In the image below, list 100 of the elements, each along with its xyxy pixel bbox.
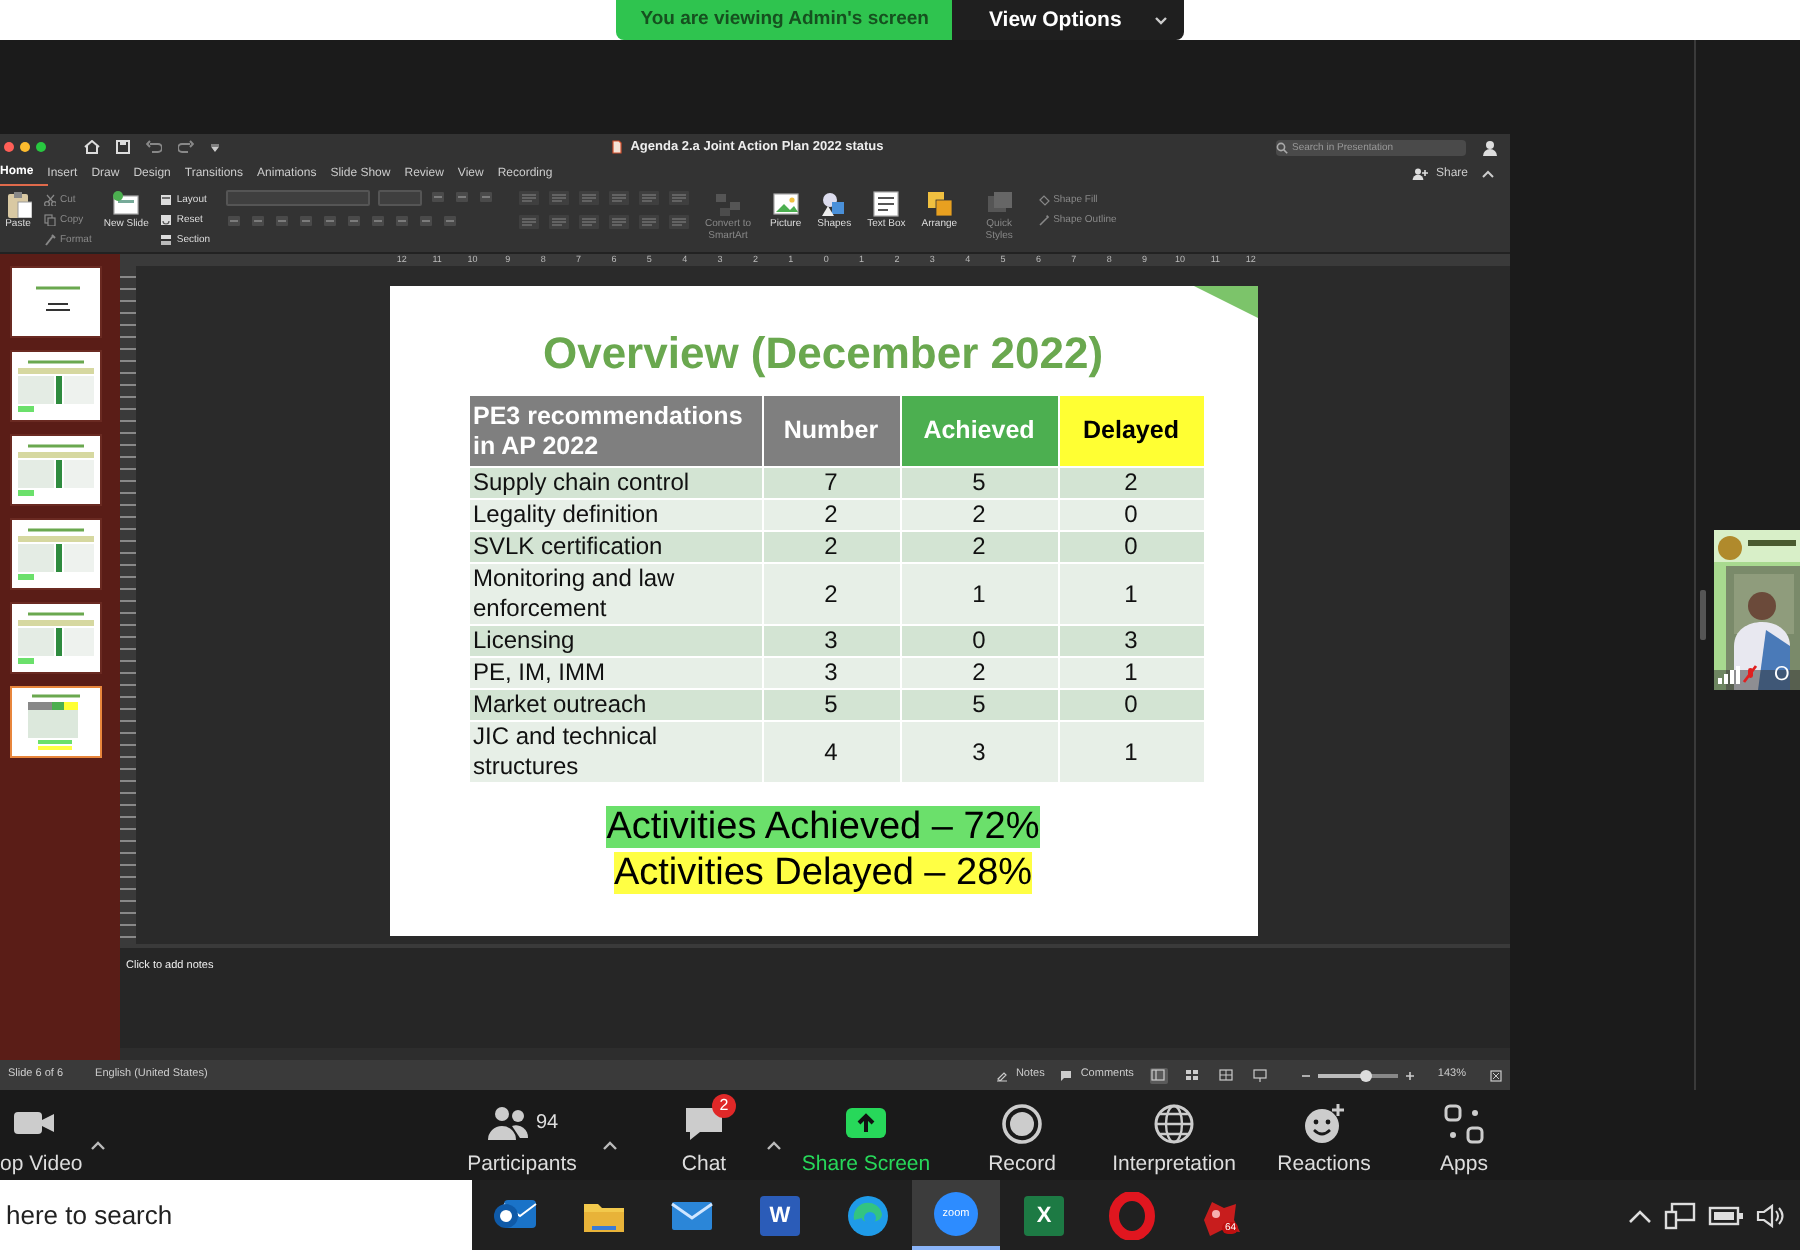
- caret-icon[interactable]: [90, 1139, 106, 1150]
- home-icon[interactable]: [84, 140, 100, 154]
- zoom-out-icon[interactable]: [1301, 1071, 1310, 1079]
- lines-icon[interactable]: [578, 214, 601, 230]
- globe-icon: [1152, 1102, 1196, 1144]
- lines-icon[interactable]: [518, 214, 541, 230]
- lines-icon[interactable]: [578, 190, 601, 206]
- people-icon: [485, 1102, 530, 1144]
- section-icon: [160, 234, 173, 246]
- letter-tile-icon: W: [760, 1195, 800, 1235]
- slide-thumbnail[interactable]: [10, 350, 102, 422]
- table-cell: 3: [900, 721, 1058, 783]
- window-close-button[interactable]: [4, 142, 14, 152]
- signal-icon: [1718, 666, 1740, 684]
- chevron-up-icon[interactable]: [1628, 1207, 1652, 1223]
- slide-thumbnail[interactable]: [10, 518, 102, 590]
- view-button[interactable]: [1149, 1067, 1168, 1083]
- new-slide-icon: [112, 190, 141, 218]
- battery-icon[interactable]: [1708, 1205, 1744, 1225]
- lines-icon[interactable]: [548, 190, 571, 206]
- view-button[interactable]: [1251, 1067, 1270, 1083]
- chevron-up-icon[interactable]: [1482, 170, 1494, 178]
- view-options-button[interactable]: View Options: [952, 0, 1184, 40]
- slide-thumbnail[interactable]: [10, 602, 102, 674]
- lines-icon[interactable]: [608, 214, 631, 230]
- view-button[interactable]: [1217, 1067, 1236, 1083]
- font-name-field[interactable]: [226, 190, 371, 206]
- slider-thumb[interactable]: [1359, 1069, 1372, 1081]
- lines-icon[interactable]: [668, 190, 691, 206]
- taskbar-app-button[interactable]: W: [736, 1180, 824, 1250]
- view-button[interactable]: [1183, 1067, 1202, 1083]
- unread-badge: 2: [712, 1094, 736, 1118]
- format-icon[interactable]: [250, 214, 267, 228]
- toolbar-button[interactable]: 94 Participants: [444, 1090, 600, 1180]
- column-header: Achieved: [900, 395, 1058, 467]
- slide-thumbnail[interactable]: [10, 266, 102, 338]
- format-icon[interactable]: [322, 214, 339, 228]
- resize-handle[interactable]: [1700, 590, 1706, 640]
- summary-text: Activities Achieved – 72%: [606, 806, 1040, 848]
- toolbar-button[interactable]: Record: [950, 1090, 1094, 1180]
- lines-icon[interactable]: [548, 214, 571, 230]
- lines-icon[interactable]: [638, 214, 661, 230]
- format-icon[interactable]: [418, 214, 435, 228]
- summary-text: Activities Delayed – 28%: [613, 852, 1033, 894]
- format-icon[interactable]: [454, 190, 471, 204]
- window-minimize-button[interactable]: [20, 142, 30, 152]
- zoom-in-icon[interactable]: [1405, 1071, 1414, 1079]
- toolbar-button[interactable]: Chat 2: [644, 1090, 764, 1180]
- format-icon[interactable]: [394, 214, 411, 228]
- caret-icon[interactable]: [602, 1139, 618, 1150]
- caret-icon: [1153, 15, 1168, 25]
- toolbar-button[interactable]: Reactions: [1254, 1090, 1394, 1180]
- toolbar-button[interactable]: op Video: [0, 1090, 88, 1180]
- format-icon[interactable]: [298, 214, 315, 228]
- comment-icon: [1060, 1069, 1073, 1081]
- save-icon[interactable]: [116, 140, 130, 154]
- ring-icon: [1108, 1191, 1156, 1239]
- lines-icon[interactable]: [608, 190, 631, 206]
- format-icon[interactable]: [274, 214, 291, 228]
- swirl-icon: [844, 1191, 892, 1239]
- styles-icon: [985, 190, 1014, 218]
- taskbar-app-button[interactable]: X: [1000, 1180, 1088, 1250]
- share-screen-button[interactable]: Share Screen: [790, 1090, 942, 1180]
- lines-icon[interactable]: [668, 214, 691, 230]
- font-size-field[interactable]: [378, 190, 423, 206]
- corner-decoration: [1193, 286, 1257, 318]
- format-icon[interactable]: [430, 190, 447, 204]
- toolbar-button[interactable]: Apps: [1400, 1090, 1528, 1180]
- slide-thumbnail[interactable]: [10, 434, 102, 506]
- format-icon[interactable]: [226, 214, 243, 228]
- layout-icon: [160, 194, 173, 206]
- column-header: Number: [762, 395, 900, 467]
- apps-icon: [1442, 1102, 1486, 1144]
- lines-icon[interactable]: [518, 190, 541, 206]
- account-icon[interactable]: [1482, 139, 1498, 155]
- smiley-plus-icon: [1302, 1102, 1346, 1144]
- format-icon[interactable]: [346, 214, 363, 228]
- undo-icon[interactable]: [146, 140, 162, 154]
- more-icon[interactable]: [210, 142, 220, 152]
- slide-title: Overview (December 2022): [540, 328, 1106, 380]
- toolbar-button[interactable]: Interpretation: [1096, 1090, 1252, 1180]
- format-icon[interactable]: [478, 190, 495, 204]
- chat-bubble-icon: [682, 1102, 726, 1144]
- person-plus-icon: [1411, 167, 1428, 179]
- paint-bucket-icon: [1037, 194, 1050, 206]
- lines-icon[interactable]: [638, 190, 661, 206]
- fit-window-icon[interactable]: [1490, 1069, 1502, 1081]
- text-box-icon: [872, 190, 901, 218]
- format-icon[interactable]: [442, 214, 459, 228]
- column-header: Delayed: [1058, 395, 1204, 467]
- share-screen-icon: [844, 1102, 888, 1144]
- volume-icon[interactable]: [1756, 1203, 1784, 1227]
- caret-icon[interactable]: [766, 1139, 782, 1150]
- window-zoom-button[interactable]: [36, 142, 46, 152]
- copy-icon: [44, 214, 56, 226]
- brush-icon: [44, 234, 56, 246]
- slide-thumbnail[interactable]: [10, 686, 102, 758]
- network-icon[interactable]: [1664, 1201, 1696, 1229]
- format-icon[interactable]: [370, 214, 387, 228]
- redo-icon[interactable]: [178, 140, 194, 154]
